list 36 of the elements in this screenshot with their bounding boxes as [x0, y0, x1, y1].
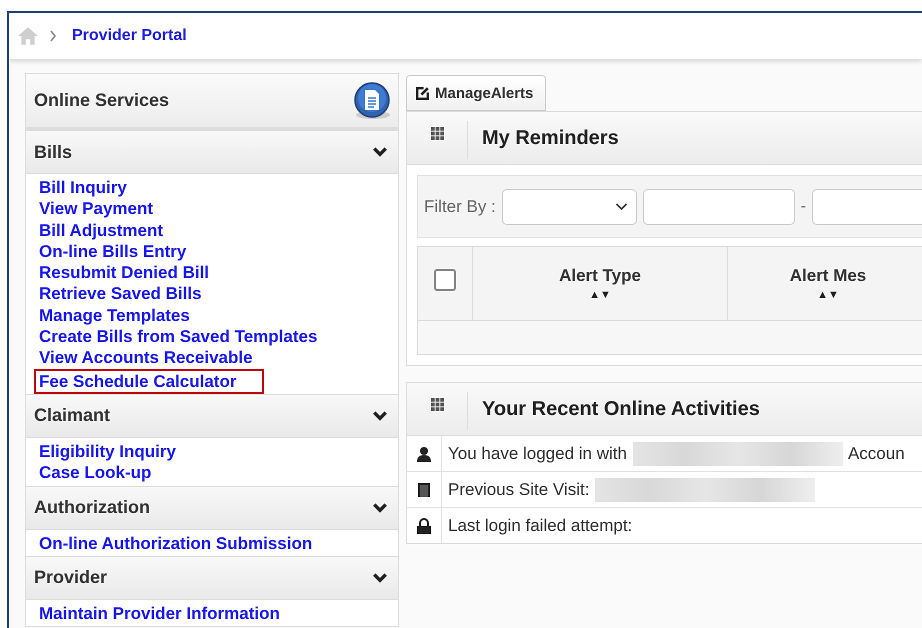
- user-icon: [416, 446, 432, 462]
- filter-label: Filter By :: [424, 196, 496, 216]
- column-header[interactable]: Alert Type: [559, 266, 641, 286]
- section-header[interactable]: Provider: [26, 556, 398, 600]
- document-icon: [352, 80, 392, 120]
- activity-text: Previous Site Visit:: [448, 480, 590, 500]
- lock-icon: [416, 518, 432, 534]
- date-field[interactable]: [642, 188, 795, 224]
- date-field[interactable]: [812, 188, 922, 224]
- section-header[interactable]: Claimant: [26, 394, 398, 438]
- panel-title: My Reminders: [482, 126, 619, 150]
- home-icon[interactable]: [17, 26, 39, 46]
- activity-text: You have logged in with: [448, 444, 627, 464]
- activity-text: Last login failed attempt:: [448, 516, 632, 536]
- menu-link[interactable]: On-line Authorization Submission: [34, 530, 318, 556]
- chevron-right-icon: [49, 30, 57, 42]
- breadcrumb-link[interactable]: Provider Portal: [72, 27, 187, 45]
- chevron-down-icon: [614, 202, 628, 210]
- sort-icon[interactable]: ▲▼: [817, 289, 839, 301]
- panel-title: Online Services: [34, 90, 170, 111]
- select-all-checkbox[interactable]: [434, 269, 456, 291]
- menu-link[interactable]: Maintain Provider Information: [34, 600, 285, 626]
- filter-dropdown[interactable]: [502, 188, 637, 224]
- grid-icon: [430, 127, 444, 140]
- section-header[interactable]: Bills: [26, 130, 398, 174]
- menu-link[interactable]: Fee Schedule Calculator: [34, 368, 264, 394]
- section-header[interactable]: Authorization: [26, 486, 398, 530]
- edit-icon: [414, 84, 431, 102]
- book-icon: [416, 482, 432, 498]
- panel-title: Your Recent Online Activities: [482, 398, 760, 420]
- range-separator: -: [800, 198, 806, 216]
- sort-icon[interactable]: ▲▼: [589, 289, 611, 301]
- grid-icon: [430, 398, 444, 411]
- manage-alerts-button[interactable]: ManageAlerts: [406, 75, 546, 111]
- column-header[interactable]: Alert Mes: [790, 266, 866, 286]
- activity-text: Accoun: [848, 444, 905, 464]
